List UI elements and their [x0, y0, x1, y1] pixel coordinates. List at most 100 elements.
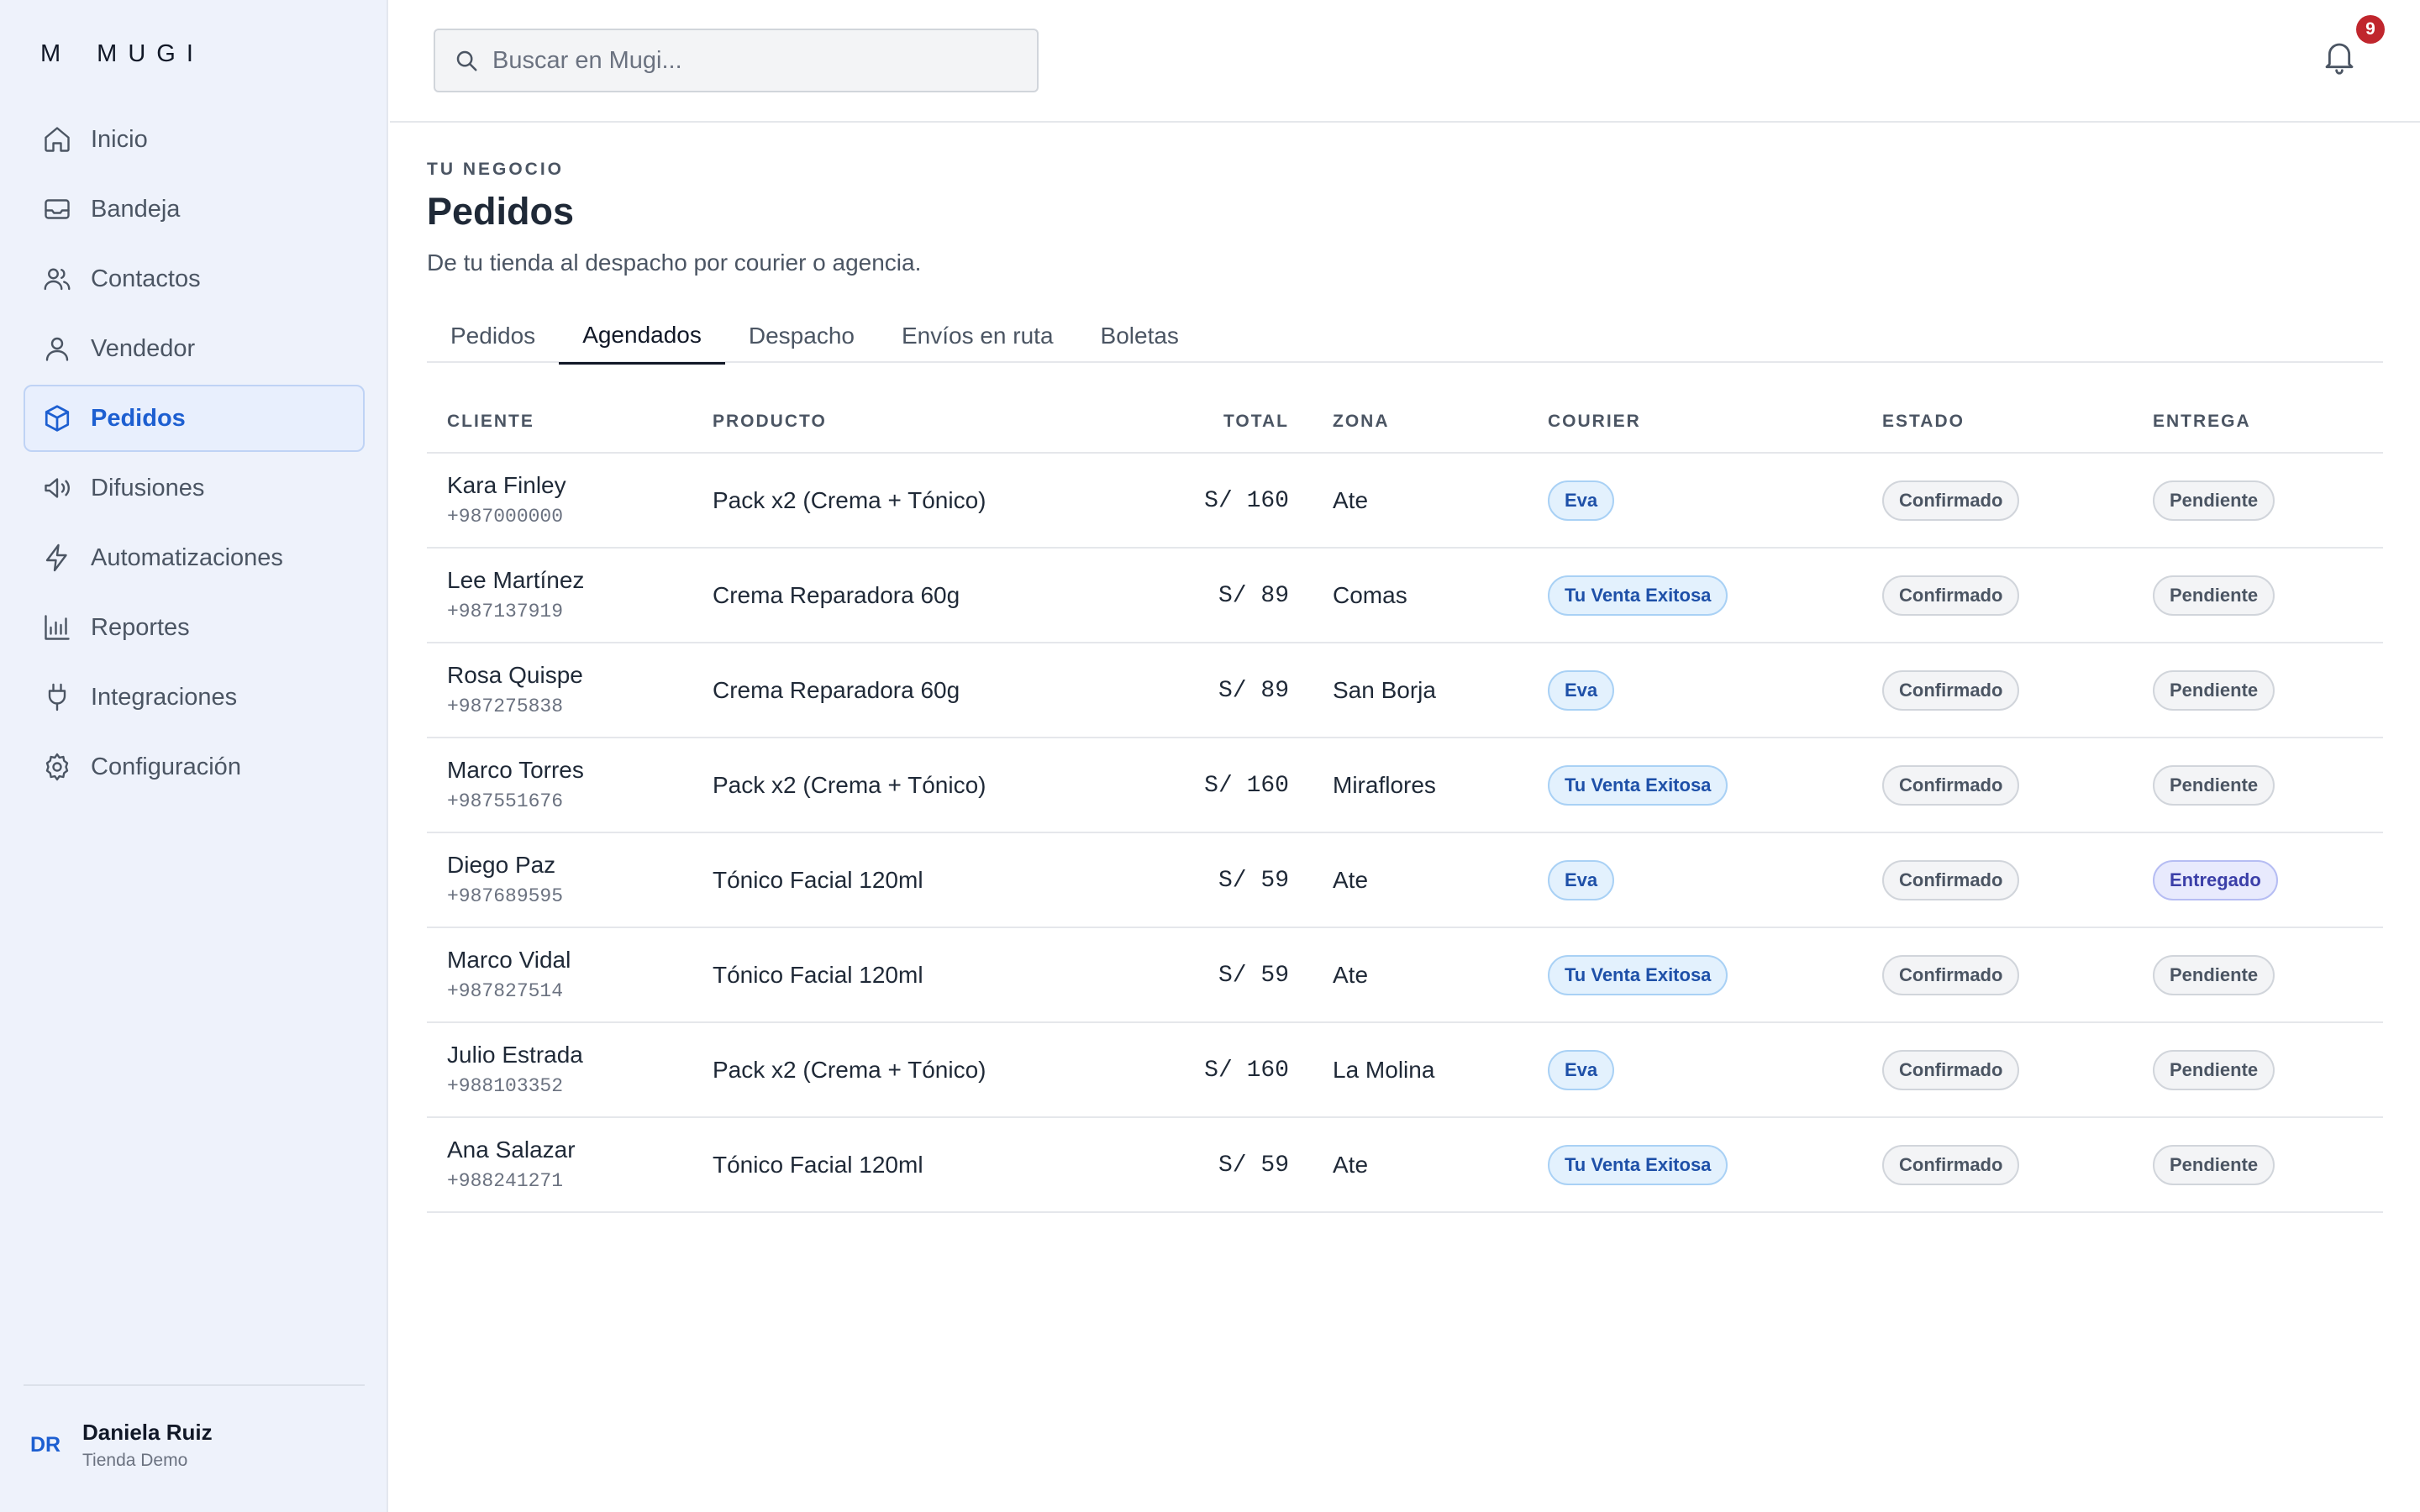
delivery-zone: Ate — [1333, 487, 1369, 513]
customer-phone: +987137919 — [447, 601, 564, 622]
user-store: Tienda Demo — [82, 1450, 188, 1470]
col-zona[interactable]: ZONA — [1333, 412, 1390, 432]
product-name: Pack x2 (Crema + Tónico) — [713, 1057, 986, 1083]
logo[interactable]: M MUGI — [40, 37, 204, 71]
avatar: DR — [29, 1432, 61, 1457]
product-name: Crema Reparadora 60g — [713, 677, 960, 703]
order-total: S/ 89 — [1218, 678, 1289, 704]
status-badge: Confirmado — [1882, 765, 2020, 806]
order-total: S/ 160 — [1204, 488, 1289, 514]
customer-name: Diego Paz — [447, 852, 556, 878]
table-row[interactable]: Marco Vidal +987827514 Tónico Facial 120ml… — [427, 928, 2383, 1023]
sidebar-item-difusiones[interactable]: Difusiones — [24, 454, 365, 522]
gear-icon — [42, 752, 72, 782]
sidebar-item-contactos[interactable]: Contactos — [24, 245, 365, 312]
tab-envios-en-ruta[interactable]: Envíos en ruta — [878, 307, 1077, 365]
courier-badge: Tu Venta Exitosa — [1548, 1145, 1728, 1185]
table-row[interactable]: Diego Paz +987689595 Tónico Facial 120ml S/… — [427, 833, 2383, 928]
sidebar-item-integraciones[interactable]: Integraciones — [24, 664, 365, 731]
tab-boletas[interactable]: Boletas — [1077, 307, 1202, 365]
delivery-zone: Ate — [1333, 962, 1369, 988]
delivery-zone: Miraflores — [1333, 772, 1436, 798]
product-name: Tónico Facial 120ml — [713, 1152, 923, 1178]
tab-despacho[interactable]: Despacho — [725, 307, 878, 365]
table-row[interactable]: Julio Estrada +988103352 Pack x2 (Crema + … — [427, 1023, 2383, 1118]
col-courier[interactable]: COURIER — [1548, 412, 1641, 432]
box-icon — [42, 403, 72, 433]
sidebar-item-configuracion[interactable]: Configuración — [24, 733, 365, 801]
customer-name: Ana Salazar — [447, 1137, 576, 1163]
order-total: S/ 160 — [1204, 1058, 1289, 1084]
megaphone-icon — [42, 473, 72, 503]
customer-name: Marco Torres — [447, 757, 584, 783]
sidebar-item-vendedor[interactable]: Vendedor — [24, 315, 365, 382]
delivery-badge: Pendiente — [2153, 955, 2275, 995]
sidebar-item-label: Contactos — [91, 265, 201, 292]
col-producto[interactable]: PRODUCTO — [713, 412, 827, 432]
col-total[interactable]: TOTAL — [1123, 412, 1289, 432]
table-row[interactable]: Lee Martínez +987137919 Crema Reparadora 6… — [427, 549, 2383, 643]
product-name: Tónico Facial 120ml — [713, 867, 923, 893]
bell-icon — [2325, 43, 2354, 75]
customer-name: Julio Estrada — [447, 1042, 583, 1068]
delivery-badge: Pendiente — [2153, 480, 2275, 521]
customer-phone: +987689595 — [447, 885, 564, 907]
customer-name: Lee Martínez — [447, 567, 585, 593]
table-row[interactable]: Kara Finley +987000000 Pack x2 (Crema + Tó… — [427, 454, 2383, 549]
users-icon — [42, 264, 72, 294]
search-box[interactable] — [434, 29, 1039, 92]
sidebar-item-label: Inicio — [91, 125, 148, 153]
status-badge: Confirmado — [1882, 955, 2020, 995]
delivery-zone: La Molina — [1333, 1057, 1435, 1083]
customer-name: Marco Vidal — [447, 947, 571, 973]
delivery-badge: Pendiente — [2153, 575, 2275, 616]
sidebar-item-pedidos[interactable]: Pedidos — [24, 385, 365, 452]
customer-name: Kara Finley — [447, 472, 566, 498]
tab-bar: Pedidos Agendados Despacho Envíos en rut… — [427, 306, 2383, 365]
sidebar-nav: Inicio Bandeja Contactos Vendedor Pedido… — [24, 106, 365, 803]
status-badge: Confirmado — [1882, 575, 2020, 616]
tab-pedidos[interactable]: Pedidos — [427, 307, 559, 365]
tab-agendados[interactable]: Agendados — [559, 307, 725, 365]
courier-badge: Tu Venta Exitosa — [1548, 955, 1728, 995]
delivery-zone: Ate — [1333, 867, 1369, 893]
table-row[interactable]: Rosa Quispe +987275838 Crema Reparadora 60… — [427, 643, 2383, 738]
courier-badge: Eva — [1548, 670, 1615, 711]
notification-badge: 9 — [2356, 15, 2385, 44]
home-icon — [42, 124, 72, 155]
page-eyebrow: TU NEGOCIO — [427, 160, 565, 179]
status-badge: Confirmado — [1882, 1145, 2020, 1185]
page-title: Pedidos — [427, 190, 575, 233]
bolt-icon — [42, 543, 72, 573]
status-badge: Confirmado — [1882, 670, 2020, 711]
sidebar-item-label: Integraciones — [91, 683, 238, 711]
sidebar-item-inicio[interactable]: Inicio — [24, 106, 365, 173]
search-input[interactable] — [492, 46, 997, 75]
table-row[interactable]: Marco Torres +987551676 Pack x2 (Crema + T… — [427, 738, 2383, 833]
col-cliente[interactable]: CLIENTE — [447, 412, 534, 432]
user-profile[interactable]: DR Daniela Ruiz Tienda Demo — [24, 1411, 365, 1478]
customer-phone: +987000000 — [447, 506, 564, 528]
sidebar-item-label: Pedidos — [91, 404, 186, 432]
product-name: Pack x2 (Crema + Tónico) — [713, 487, 986, 513]
customer-phone: +987551676 — [447, 790, 564, 812]
col-entrega[interactable]: ENTREGA — [2153, 412, 2251, 432]
logo-text: MUGI — [97, 39, 204, 67]
order-total: S/ 59 — [1218, 963, 1289, 989]
sidebar-item-automatizaciones[interactable]: Automatizaciones — [24, 524, 365, 591]
delivery-zone: Ate — [1333, 1152, 1369, 1178]
delivery-badge: Pendiente — [2153, 670, 2275, 711]
status-badge: Confirmado — [1882, 860, 2020, 900]
sidebar-item-bandeja[interactable]: Bandeja — [24, 176, 365, 243]
product-name: Tónico Facial 120ml — [713, 962, 923, 988]
notifications-button[interactable] — [2323, 39, 2363, 82]
courier-badge: Eva — [1548, 1050, 1615, 1090]
page-subtitle: De tu tienda al despacho por courier o a… — [427, 249, 922, 276]
sidebar-item-reportes[interactable]: Reportes — [24, 594, 365, 661]
user-info: Daniela Ruiz Tienda Demo — [82, 1420, 213, 1471]
status-badge: Confirmado — [1882, 1050, 2020, 1090]
sidebar-item-label: Automatizaciones — [91, 543, 283, 571]
col-estado[interactable]: ESTADO — [1882, 412, 1965, 432]
table-row[interactable]: Ana Salazar +988241271 Tónico Facial 120ml… — [427, 1118, 2383, 1213]
product-name: Crema Reparadora 60g — [713, 582, 960, 608]
